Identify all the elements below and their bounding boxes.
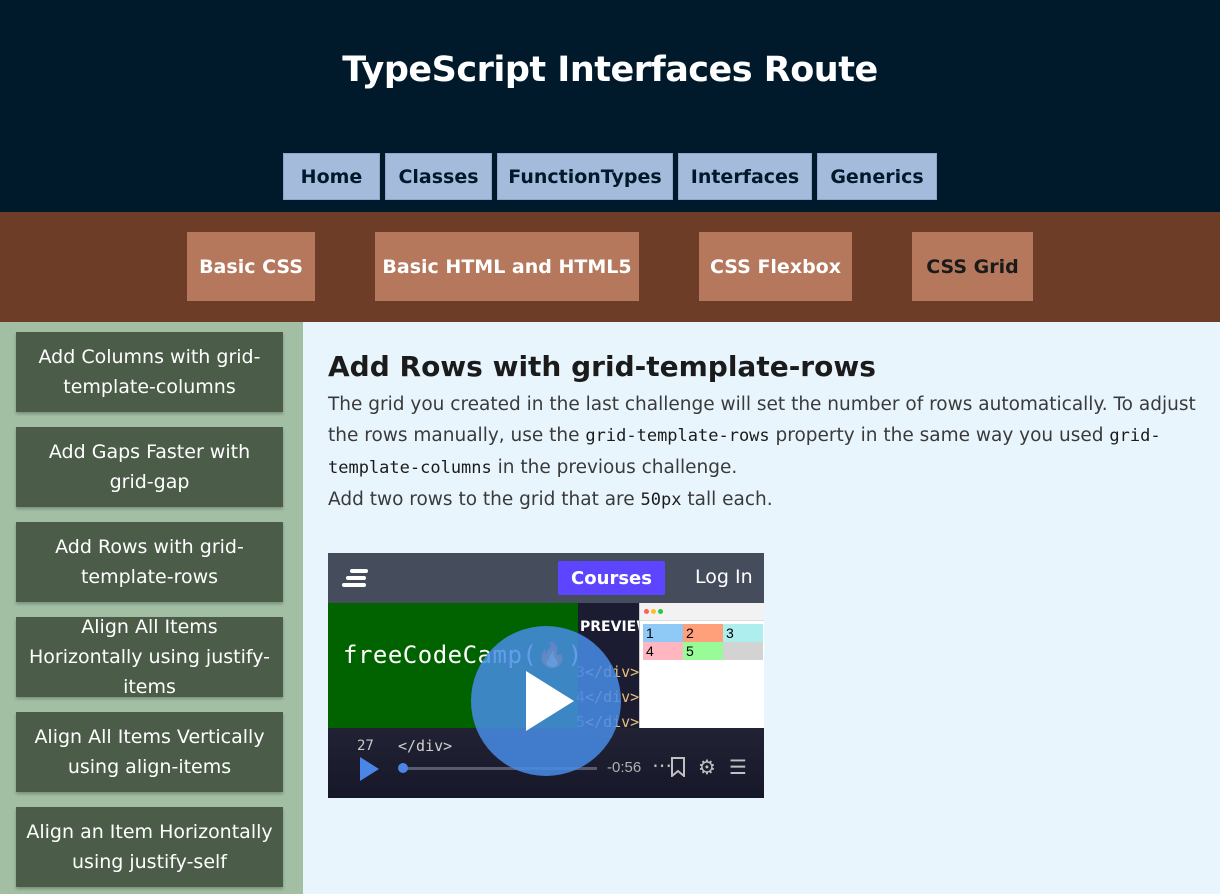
nav-classes-button[interactable]: Classes: [385, 153, 492, 200]
sidebar-item-justify-items[interactable]: Align All Items Horizontally using justi…: [16, 616, 283, 698]
inline-code: 50px: [640, 490, 682, 510]
big-play-button[interactable]: [471, 626, 621, 776]
grid-cell: 2: [683, 624, 723, 642]
courses-button[interactable]: Courses: [558, 561, 665, 595]
menu-icon[interactable]: ☰: [729, 757, 747, 777]
grid-cell: 5: [683, 642, 723, 660]
nav-generics-button[interactable]: Generics: [817, 153, 937, 200]
site-title: TypeScript Interfaces Route: [342, 50, 878, 90]
sidebar-item-align-items[interactable]: Align All Items Vertically using align-i…: [16, 712, 283, 792]
grid-cell: 4: [643, 642, 683, 660]
code-closing-tag: </div>: [398, 737, 453, 755]
browser-chrome: [640, 603, 764, 621]
video-topbar: Courses Log In: [328, 553, 764, 603]
login-link[interactable]: Log In: [695, 566, 753, 588]
play-triangle-icon: [526, 671, 574, 731]
topic-basic-css-button[interactable]: Basic CSS: [187, 232, 315, 301]
video-player[interactable]: Courses Log In freeCodeCamp(🔥) PREVIEW 3…: [328, 553, 764, 798]
main-nav: Home Classes FunctionTypes Interfaces Ge…: [0, 153, 1220, 200]
bookmark-icon[interactable]: [670, 757, 686, 780]
nav-home-button[interactable]: Home: [283, 153, 380, 200]
lesson-paragraph-2: Add two rows to the grid that are 50px t…: [328, 489, 773, 510]
grid-cell: 3: [723, 624, 763, 642]
settings-gear-icon[interactable]: ⚙: [698, 757, 716, 777]
time-remaining: -0:56: [607, 759, 642, 776]
nav-interfaces-button[interactable]: Interfaces: [678, 153, 812, 200]
lesson-sidebar: Add Columns with grid-template-columns A…: [0, 322, 303, 894]
grid-cell: [723, 642, 763, 660]
sidebar-item-add-columns[interactable]: Add Columns with grid-template-columns: [16, 332, 283, 412]
topic-basic-html-button[interactable]: Basic HTML and HTML5: [375, 232, 639, 301]
lesson-paragraph-1: The grid you created in the last challen…: [328, 394, 1196, 478]
fcc-logo-icon: [342, 569, 370, 587]
lesson-title: Add Rows with grid-template-rows: [328, 350, 876, 383]
more-icon[interactable]: ⋯: [652, 755, 672, 775]
lesson-content: Add Rows with grid-template-rows The gri…: [303, 322, 1220, 894]
site-header: TypeScript Interfaces Route Home Classes…: [0, 0, 1220, 212]
sidebar-item-add-gaps[interactable]: Add Gaps Faster with grid-gap: [16, 427, 283, 507]
inline-code: grid-template-rows: [585, 426, 770, 446]
sidebar-item-justify-self[interactable]: Align an Item Horizontally using justify…: [16, 807, 283, 887]
lesson-description: The grid you created in the last challen…: [328, 389, 1198, 516]
nav-functiontypes-button[interactable]: FunctionTypes: [497, 153, 673, 200]
play-icon[interactable]: [360, 757, 379, 781]
line-number: 27: [357, 738, 374, 754]
grid-cell: 1: [643, 624, 683, 642]
topic-css-flexbox-button[interactable]: CSS Flexbox: [699, 232, 852, 301]
topic-bar: Basic CSS Basic HTML and HTML5 CSS Flexb…: [0, 212, 1220, 322]
sidebar-item-add-rows[interactable]: Add Rows with grid-template-rows: [16, 522, 283, 602]
progress-handle[interactable]: [398, 763, 408, 773]
topic-css-grid-button[interactable]: CSS Grid: [912, 232, 1033, 301]
